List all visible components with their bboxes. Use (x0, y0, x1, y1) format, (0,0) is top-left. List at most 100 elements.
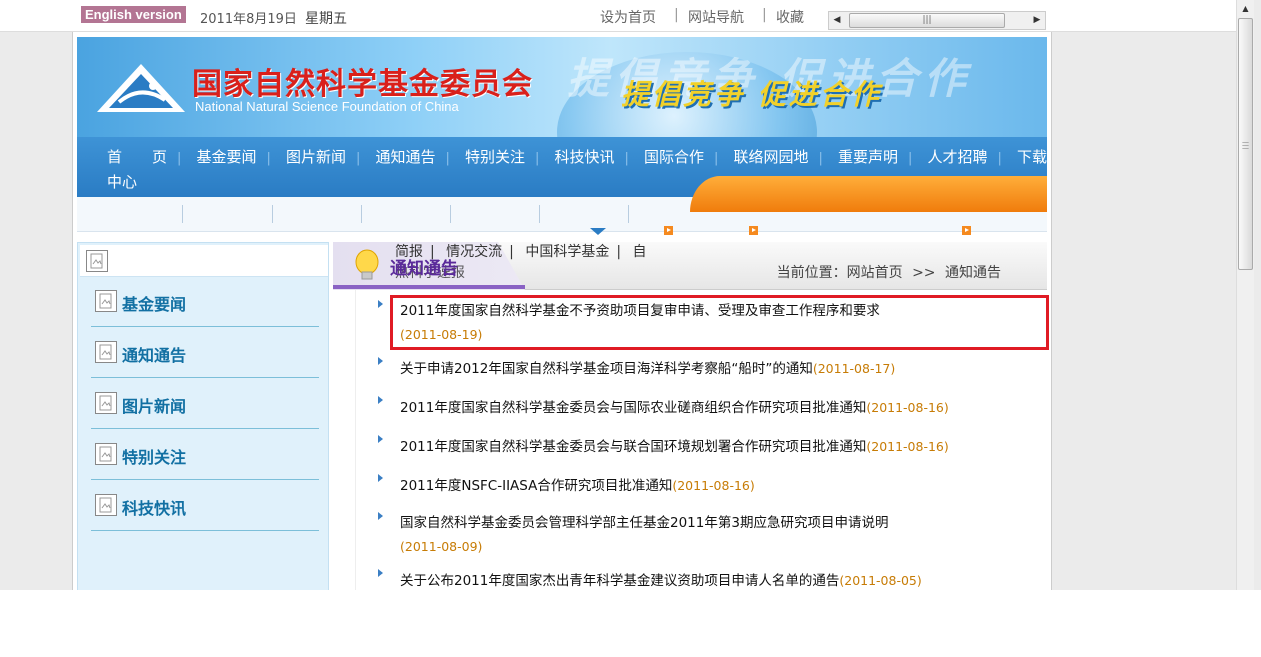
bullet-arrow-icon (378, 435, 383, 443)
divider (361, 205, 362, 223)
sidebar-item-label: 图片新闻 (122, 397, 187, 416)
nav-item-home[interactable]: 首 页 (107, 146, 167, 167)
divider: | (624, 151, 629, 166)
list-item[interactable]: 国家自然科学基金委员会管理科学部主任基金2011年第3期应急研究项目申请说明 (… (378, 512, 1040, 559)
divider: | (266, 151, 271, 166)
nav-pointer-icon (590, 228, 606, 235)
site-banner: 提倡竞争 促进合作 国家自然科学基金委员会 National Natural S… (77, 37, 1047, 137)
nav-item-photo-news[interactable]: 图片新闻 (286, 146, 346, 167)
divider: | (535, 151, 540, 166)
breadcrumb-separator: >> (912, 265, 936, 281)
vertical-scrollbar[interactable]: ▲ — — — (1236, 0, 1254, 590)
weekday-text: 星期五 (305, 11, 348, 27)
notice-date: (2011-08-09) (400, 539, 483, 554)
broken-image-icon (95, 392, 117, 414)
blank-area (0, 590, 1261, 657)
top-utility-bar: English version 2011年8月19日 星期五 设为首页 | 网站… (0, 0, 1236, 32)
breadcrumb-current: 通知通告 (945, 265, 1001, 281)
browser-viewport: English version 2011年8月19日 星期五 设为首页 | 网站… (0, 0, 1261, 590)
site-title-en: National Natural Science Foundation of C… (195, 99, 459, 114)
sidebar-item-label: 特别关注 (122, 448, 187, 467)
notice-title[interactable]: 2011年度NSFC-IIASA合作研究项目批准通知 (400, 478, 672, 494)
bullet-arrow-icon (378, 512, 383, 520)
notice-title[interactable]: 国家自然科学基金委员会管理科学部主任基金2011年第3期应急研究项目申请说明 (400, 515, 888, 531)
notice-title[interactable]: 关于公布2011年度国家杰出青年科学基金建议资助项目申请人名单的通告 (400, 573, 839, 589)
sidebar-item-label: 科技快讯 (122, 499, 187, 518)
sidebar-item-label: 基金要闻 (122, 295, 187, 314)
section-tab-underline (333, 285, 525, 289)
divider: | (714, 151, 719, 166)
divider: | (818, 151, 823, 166)
notice-date: (2011-08-16) (866, 439, 949, 454)
nav-item-intl-cooperation[interactable]: 国际合作 (644, 146, 704, 167)
nav-item-liaison-network[interactable]: 联络网园地 (734, 146, 809, 167)
nav-item-recruitment[interactable]: 人才招聘 (928, 146, 988, 167)
bullet-arrow-icon (378, 396, 383, 404)
nav-item-statements[interactable]: 重要声明 (838, 146, 898, 167)
bullet-arrow-icon (378, 300, 383, 308)
site-title-cn[interactable]: 国家自然科学基金委员会 (192, 59, 533, 103)
notice-date: (2011-08-16) (866, 400, 949, 415)
scroll-up-arrow-icon[interactable]: ▲ (1237, 0, 1254, 17)
sub-link-china-science-fund[interactable]: 中国科学基金 (525, 244, 609, 260)
list-item[interactable]: 2011年度国家自然科学基金委员会与国际农业磋商组织合作研究项目批准通知(201… (378, 396, 1040, 420)
nav-item-download-center[interactable]: 中心 (107, 171, 137, 192)
broken-image-icon (95, 494, 117, 516)
set-homepage-link[interactable]: 设为首页 (600, 7, 656, 27)
notice-date: (2011-08-16) (672, 478, 755, 493)
lightbulb-icon (355, 249, 379, 280)
sub-link-truncated[interactable]: 自 (633, 244, 647, 260)
divider: | (356, 151, 361, 166)
orange-arrow-icon (664, 226, 673, 235)
bullet-arrow-icon (378, 569, 383, 577)
bullet-arrow-icon (378, 474, 383, 482)
section-title: 通知通告 (390, 259, 458, 279)
sidebar-item-label: 通知通告 (122, 346, 187, 365)
scroll-thumb[interactable]: — — — (1238, 18, 1253, 270)
english-version-button[interactable]: English version (81, 6, 186, 23)
broken-image-icon (95, 341, 117, 363)
divider (450, 205, 451, 223)
notice-date: (2011-08-17) (812, 361, 896, 376)
site-navigation-link[interactable]: 网站导航 (688, 7, 744, 27)
sidebar-item-special-focus[interactable]: 特别关注 (91, 430, 319, 480)
list-item[interactable]: 2011年度国家自然科学基金委员会与联合国环境规划署合作研究项目批准通知(201… (378, 435, 1040, 459)
horizontal-scrollbar[interactable]: ◀ ||| ▶ (828, 11, 1046, 30)
nav-item-notices[interactable]: 通知通告 (376, 146, 436, 167)
divider (272, 205, 273, 223)
divider (628, 205, 629, 223)
divider: | (445, 151, 450, 166)
nav-item-sci-tech-news[interactable]: 科技快讯 (555, 146, 615, 167)
notice-title[interactable]: 2011年度国家自然科学基金委员会与国际农业磋商组织合作研究项目批准通知 (400, 400, 866, 416)
scroll-thumb[interactable]: ||| (849, 13, 1005, 28)
orange-accent-bar (690, 176, 1047, 212)
broken-image-icon (86, 250, 108, 272)
notice-title[interactable]: 2011年度国家自然科学基金委员会与联合国环境规划署合作研究项目批准通知 (400, 439, 866, 455)
date-text: 2011年8月19日 (200, 12, 297, 27)
breadcrumb-home-link[interactable]: 网站首页 (847, 265, 903, 281)
location-label: 当前位置： (776, 265, 847, 281)
list-item[interactable]: 关于公布2011年度国家杰出青年科学基金建议资助项目申请人名单的通告(2011-… (378, 569, 1040, 590)
nav-item-download[interactable]: 下载 (1017, 146, 1047, 167)
notice-title[interactable]: 关于申请2012年国家自然科学基金项目海洋科学考察船“船时”的通知 (400, 361, 813, 377)
sidebar-item-fund-news[interactable]: 基金要闻 (91, 277, 319, 327)
divider: | (908, 151, 913, 166)
left-sidebar: 基金要闻 通知通告 图片新闻 特别关注 科技快讯 (77, 242, 329, 590)
divider: | (616, 244, 622, 260)
list-item[interactable]: 2011年度NSFC-IIASA合作研究项目批准通知(2011-08-16) (378, 474, 1040, 498)
nav-item-fund-news[interactable]: 基金要闻 (197, 146, 257, 167)
list-item[interactable]: 关于申请2012年国家自然科学基金项目海洋科学考察船“船时”的通知(2011-0… (378, 357, 1040, 381)
sidebar-item-photo-news[interactable]: 图片新闻 (91, 379, 319, 429)
broken-image-icon (95, 443, 117, 465)
breadcrumb: 当前位置：网站首页 >> 通知通告 (777, 262, 1001, 282)
highlight-box (390, 295, 1049, 350)
scroll-left-arrow-icon[interactable]: ◀ (829, 12, 845, 29)
sidebar-item-sci-tech-news[interactable]: 科技快讯 (91, 481, 319, 531)
nsfc-logo-icon (97, 64, 185, 112)
divider: | (997, 151, 1002, 166)
sidebar-item-notices[interactable]: 通知通告 (91, 328, 319, 378)
scroll-right-arrow-icon[interactable]: ▶ (1029, 12, 1045, 29)
bookmark-link[interactable]: 收藏 (776, 7, 804, 27)
divider: | (177, 151, 182, 166)
nav-item-special-focus[interactable]: 特别关注 (465, 146, 525, 167)
